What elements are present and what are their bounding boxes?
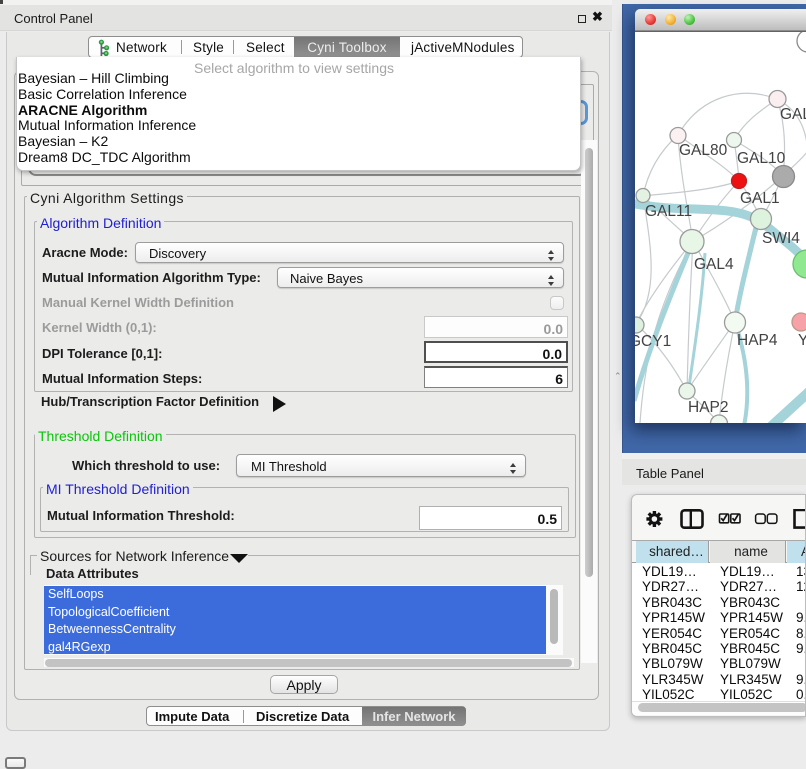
svg-text:SWI4: SWI4 [762, 230, 800, 247]
svg-text:HAP4: HAP4 [737, 332, 778, 349]
svg-text:GAL11: GAL11 [645, 203, 692, 220]
svg-text:HAP2: HAP2 [688, 399, 729, 416]
svg-text:GAL4: GAL4 [694, 256, 734, 273]
svg-text:GAL1: GAL1 [740, 190, 780, 207]
svg-text:GAL8: GAL8 [780, 106, 806, 123]
svg-text:GAL80: GAL80 [679, 142, 728, 159]
svg-text:GAL10: GAL10 [737, 150, 786, 167]
svg-text:GCY1: GCY1 [635, 333, 671, 350]
svg-text:Y: Y [798, 332, 806, 349]
